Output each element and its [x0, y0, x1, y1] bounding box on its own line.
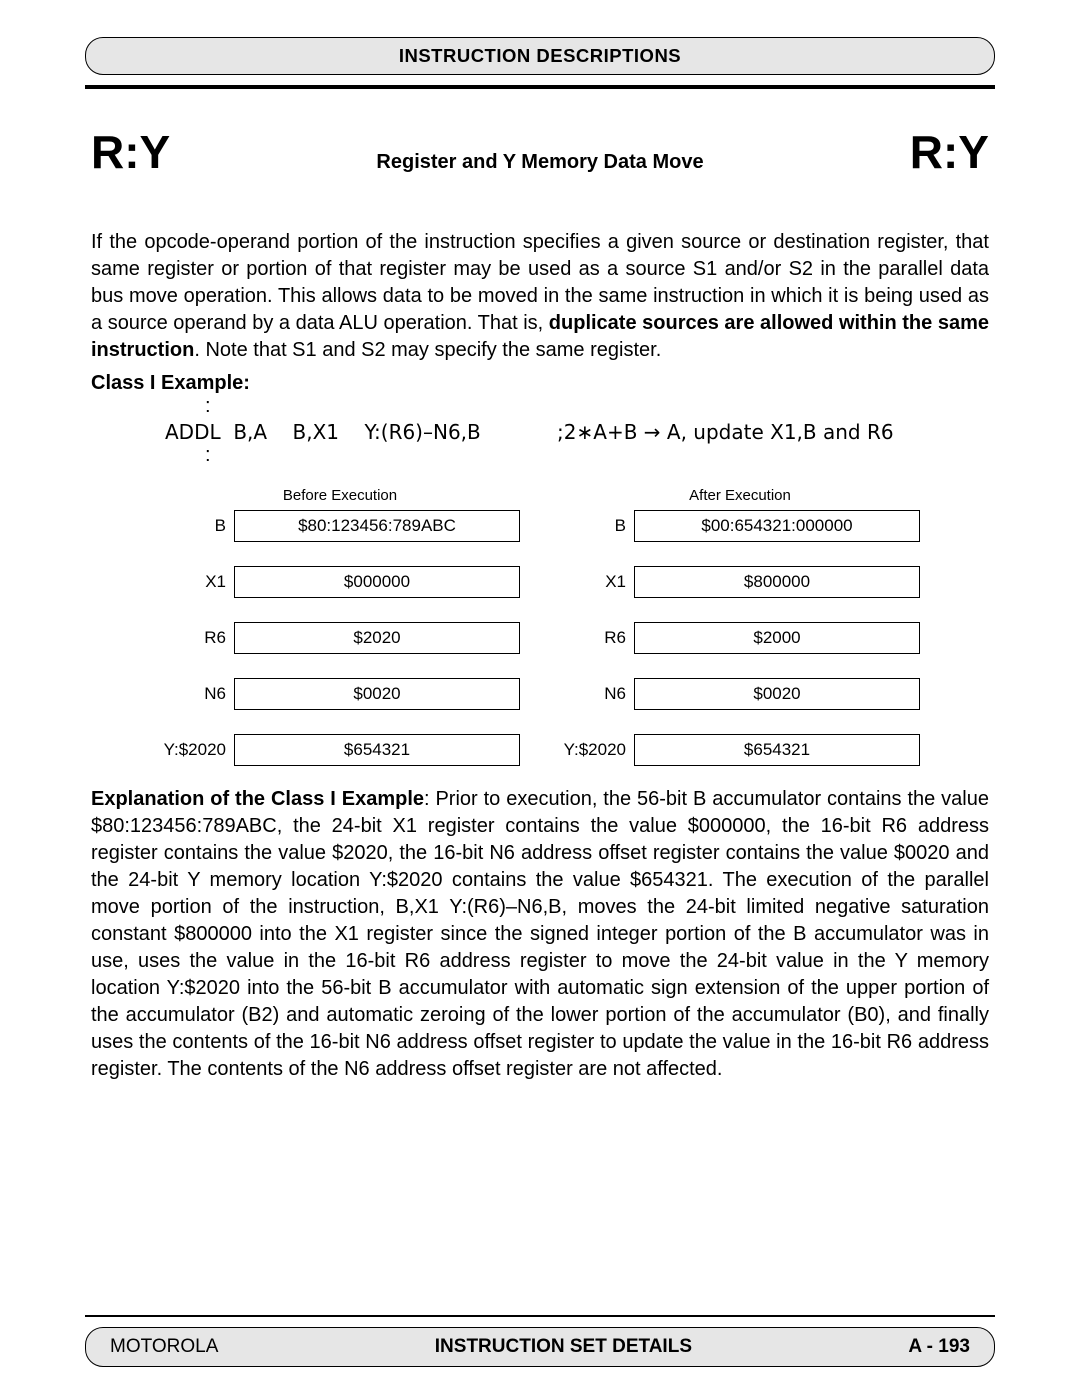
reg-row: X1 $000000: [160, 566, 520, 598]
para1-b: . Note that S1 and S2 may specify the sa…: [194, 339, 661, 361]
footer-left: MOTOROLA: [110, 1336, 218, 1358]
reg-label: X1: [160, 572, 234, 592]
reg-row: R6 $2000: [560, 622, 920, 654]
after-column: After Execution B $00:654321:000000 X1 $…: [560, 487, 920, 790]
reg-value: $0020: [234, 678, 520, 710]
reg-row: X1 $800000: [560, 566, 920, 598]
before-column: Before Execution B $80:123456:789ABC X1 …: [160, 487, 520, 790]
code-line: ADDL B,A B,X1 Y:(R6)–N6,B ;2∗A+B → A, up…: [85, 420, 995, 444]
reg-value: $800000: [634, 566, 920, 598]
reg-label: R6: [560, 628, 634, 648]
before-head: Before Execution: [160, 487, 520, 504]
instruction-subtitle: Register and Y Memory Data Move: [376, 151, 703, 174]
reg-label: R6: [160, 628, 234, 648]
page: INSTRUCTION DESCRIPTIONS R:Y Register an…: [0, 0, 1080, 1397]
reg-label: Y:$2020: [160, 740, 234, 760]
reg-row: B $80:123456:789ABC: [160, 510, 520, 542]
reg-value: $2000: [634, 622, 920, 654]
reg-row: R6 $2020: [160, 622, 520, 654]
reg-row: N6 $0020: [560, 678, 920, 710]
reg-value: $0020: [634, 678, 920, 710]
mnemonic-right: R:Y: [910, 125, 989, 179]
reg-value: $654321: [234, 734, 520, 766]
reg-value: $80:123456:789ABC: [234, 510, 520, 542]
header-box: INSTRUCTION DESCRIPTIONS: [85, 37, 995, 75]
reg-row: Y:$2020 $654321: [160, 734, 520, 766]
title-row: R:Y Register and Y Memory Data Move R:Y: [85, 125, 995, 179]
footer: MOTOROLA INSTRUCTION SET DETAILS A - 193: [85, 1315, 995, 1367]
footer-rule: [85, 1315, 995, 1317]
reg-label: B: [560, 516, 634, 536]
reg-value: $654321: [634, 734, 920, 766]
reg-label: B: [160, 516, 234, 536]
header-title: INSTRUCTION DESCRIPTIONS: [399, 45, 681, 66]
class-head: Class I Example:: [85, 372, 995, 395]
reg-value: $000000: [234, 566, 520, 598]
mnemonic-left: R:Y: [91, 125, 170, 179]
reg-label: X1: [560, 572, 634, 592]
footer-box: MOTOROLA INSTRUCTION SET DETAILS A - 193: [85, 1327, 995, 1367]
reg-value: $00:654321:000000: [634, 510, 920, 542]
reg-label: N6: [160, 684, 234, 704]
reg-label: N6: [560, 684, 634, 704]
colon-top: :: [85, 395, 995, 418]
explain-head: Explanation of the Class I Example: [91, 788, 424, 810]
footer-right: A - 193: [908, 1336, 970, 1358]
footer-mid: INSTRUCTION SET DETAILS: [435, 1336, 692, 1358]
reg-row: N6 $0020: [160, 678, 520, 710]
explain-body: : Prior to execution, the 56-bit B accum…: [91, 788, 989, 1080]
register-diagram: Before Execution B $80:123456:789ABC X1 …: [85, 487, 995, 790]
reg-row: B $00:654321:000000: [560, 510, 920, 542]
reg-row: Y:$2020 $654321: [560, 734, 920, 766]
header-rule: [85, 85, 995, 89]
reg-value: $2020: [234, 622, 520, 654]
reg-label: Y:$2020: [560, 740, 634, 760]
colon-bottom: :: [85, 444, 995, 467]
explanation: Explanation of the Class I Example: Prio…: [85, 786, 995, 1083]
paragraph-1: If the opcode-operand portion of the ins…: [85, 229, 995, 364]
after-head: After Execution: [560, 487, 920, 504]
